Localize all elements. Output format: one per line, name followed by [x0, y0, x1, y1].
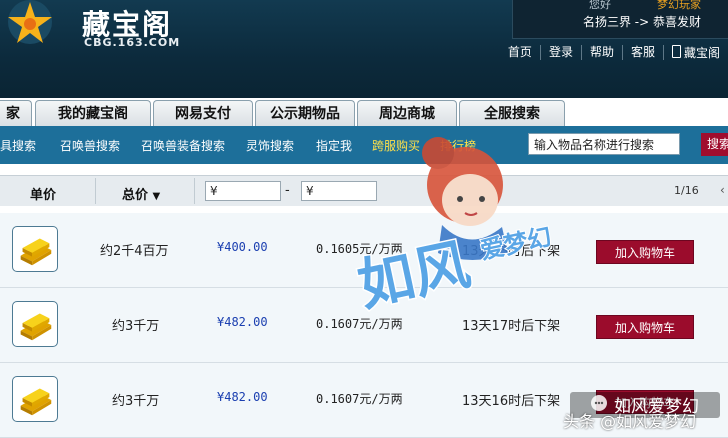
mascot-text: 如风	[352, 232, 475, 317]
header: 藏宝阁 CBG.163.COM 您好 梦幻玩家 名扬三界 -> 恭喜发财 首页 …	[0, 0, 728, 98]
price-text: ¥482.00	[217, 390, 268, 404]
gold-ingot-icon[interactable]	[12, 376, 58, 422]
subnav-item-pet[interactable]: 召唤兽搜索	[60, 137, 120, 154]
link-mobile-label: 藏宝阁	[683, 46, 720, 60]
quantity-text: 约3千万	[112, 394, 160, 409]
add-to-cart-button[interactable]: 加入购物车	[596, 240, 694, 264]
user-panel: 您好 梦幻玩家 名扬三界 -> 恭喜发财	[512, 0, 728, 39]
price-min-input[interactable]: ¥	[205, 181, 281, 201]
time-left-text: 13天16时后下架	[462, 394, 561, 409]
tab-shop[interactable]: 周边商城	[357, 100, 457, 127]
header-links: 首页 登录 帮助 客服 藏宝阁	[500, 45, 728, 60]
user-name[interactable]: 梦幻玩家	[657, 0, 701, 12]
main-tabs: 家 我的藏宝阁 网易支付 公示期物品 周边商城 全服搜索	[0, 100, 728, 127]
link-help[interactable]: 帮助	[580, 45, 622, 60]
subnav-item-pet-gear[interactable]: 召唤兽装备搜索	[141, 137, 225, 154]
mascot-subtext: 爱梦幻	[478, 224, 554, 265]
logo-icon	[8, 0, 52, 44]
quantity-text: 约3千万	[112, 319, 160, 334]
tab-home[interactable]: 家	[0, 100, 32, 127]
mascot-watermark: 如风 爱梦幻	[351, 137, 555, 319]
page-indicator: 1/16	[674, 184, 699, 197]
price-text: ¥482.00	[217, 315, 268, 329]
col-total-price[interactable]: 总价 ▼	[122, 184, 160, 203]
watermark-footer: 头条 @如风爱梦幻	[563, 412, 697, 431]
gold-ingot-icon[interactable]	[12, 301, 58, 347]
add-to-cart-button[interactable]: 加入购物车	[596, 315, 694, 339]
link-login[interactable]: 登录	[539, 45, 581, 60]
tab-my-cbg[interactable]: 我的藏宝阁	[35, 100, 151, 127]
link-home[interactable]: 首页	[500, 45, 540, 60]
tab-global-search[interactable]: 全服搜索	[459, 100, 565, 127]
gold-ingot-icon[interactable]	[12, 226, 58, 272]
col-unit-price[interactable]: 单价	[30, 184, 56, 203]
subnav-item-search[interactable]: 道具搜索	[0, 137, 36, 154]
price-text: ¥400.00	[217, 240, 268, 254]
quantity-text: 约2千4百万	[100, 244, 169, 259]
chevron-left-icon[interactable]: ‹	[720, 183, 725, 197]
rate-text: 0.1607元/万两	[316, 392, 403, 406]
range-dash: -	[285, 183, 290, 198]
link-mobile[interactable]: 藏宝阁	[662, 45, 728, 60]
subnav-item-ornament[interactable]: 灵饰搜索	[246, 137, 294, 154]
chevron-down-icon: ▼	[152, 191, 161, 202]
divider	[95, 178, 96, 204]
tab-netease-pay[interactable]: 网易支付	[153, 100, 253, 127]
tab-public-items[interactable]: 公示期物品	[255, 100, 355, 127]
greeting-text: 您好	[589, 0, 611, 11]
col-total-price-label: 总价	[122, 188, 149, 203]
server-name[interactable]: 名扬三界 -> 恭喜发财	[583, 13, 701, 30]
link-service[interactable]: 客服	[621, 45, 663, 60]
search-button[interactable]: 搜索	[701, 133, 728, 156]
phone-icon	[671, 45, 681, 58]
site-domain: CBG.163.COM	[84, 36, 181, 49]
divider	[194, 178, 195, 204]
